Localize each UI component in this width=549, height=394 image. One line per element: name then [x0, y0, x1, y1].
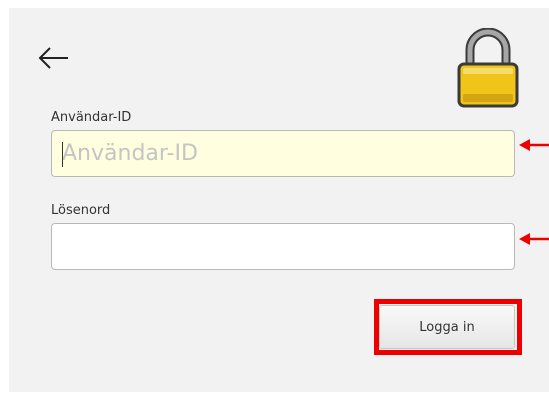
- back-arrow-icon[interactable]: [36, 40, 72, 76]
- password-label: Lösenord: [51, 203, 111, 218]
- red-arrow-left-icon: [519, 233, 549, 245]
- user-id-input[interactable]: [51, 130, 515, 177]
- user-id-label: Användar-ID: [51, 110, 132, 125]
- padlock-icon: [457, 28, 519, 108]
- red-arrow-left-icon: [519, 139, 549, 151]
- text-caret: [62, 142, 63, 167]
- login-button[interactable]: Logga in: [379, 305, 515, 349]
- password-input[interactable]: [51, 223, 515, 270]
